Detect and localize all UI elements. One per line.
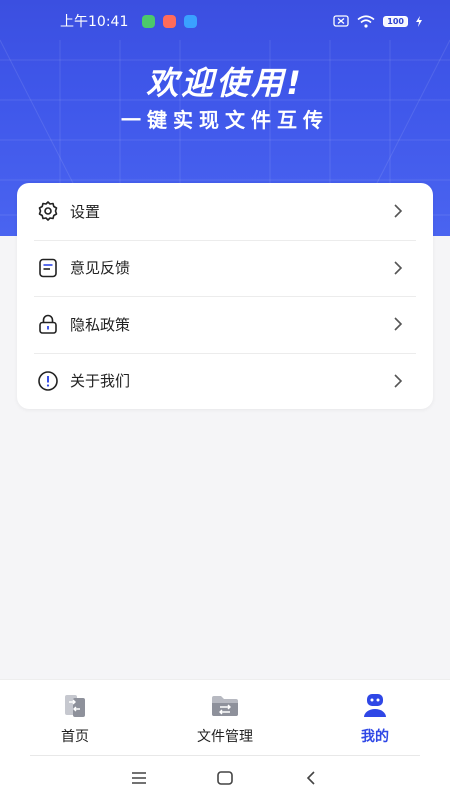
status-time: 上午10:41 [60,14,129,30]
info-icon [37,370,59,392]
back-button[interactable] [301,768,321,788]
settings-menu-card: 设置 意见反馈 隐私政策 关于我们 [17,183,433,409]
back-icon [306,771,315,785]
feedback-icon [37,257,59,279]
menu-item-label: 设置 [70,202,101,221]
menu-item-settings[interactable]: 设置 [17,183,433,240]
status-bar: 上午10:41 100 [0,0,450,42]
wifi-icon [357,14,375,28]
tab-mine[interactable]: 我的 [300,680,450,756]
battery-indicator: 100 [383,15,408,27]
menu-item-about[interactable]: 关于我们 [17,352,433,410]
folder-icon [211,692,239,720]
recent-apps-button[interactable] [129,768,149,788]
profile-icon [361,692,389,720]
tab-file-manager[interactable]: 文件管理 [150,680,300,756]
menu-item-label: 关于我们 [70,372,131,391]
chevron-right-icon [394,317,403,331]
menu-item-feedback[interactable]: 意见反馈 [17,239,433,297]
home-icon [217,771,233,785]
charging-icon [416,15,422,27]
tab-label: 我的 [361,729,389,745]
tab-label: 首页 [61,729,89,745]
welcome-subtitle: 一键实现文件互传 [121,108,329,132]
bottom-tab-bar: 首页 文件管理 我的 [0,679,450,756]
message-notification-icon [184,14,198,28]
system-navigation-bar [0,756,450,800]
wechat-notification-icon [142,14,156,28]
home-button[interactable] [215,768,235,788]
menu-icon [132,772,146,784]
chevron-right-icon [394,204,403,218]
phone-transfer-icon [61,692,89,720]
menu-item-label: 意见反馈 [70,259,131,278]
sim-off-icon [333,15,349,27]
menu-item-label: 隐私政策 [70,315,131,334]
welcome-title: 欢迎使用! [146,64,304,102]
tab-home[interactable]: 首页 [0,680,150,756]
chevron-right-icon [394,374,403,388]
app-notification-icon [163,14,177,28]
chevron-right-icon [394,261,403,275]
tab-label: 文件管理 [197,729,253,745]
gear-icon [37,200,59,222]
menu-item-privacy[interactable]: 隐私政策 [17,296,433,353]
lock-icon [37,313,59,335]
